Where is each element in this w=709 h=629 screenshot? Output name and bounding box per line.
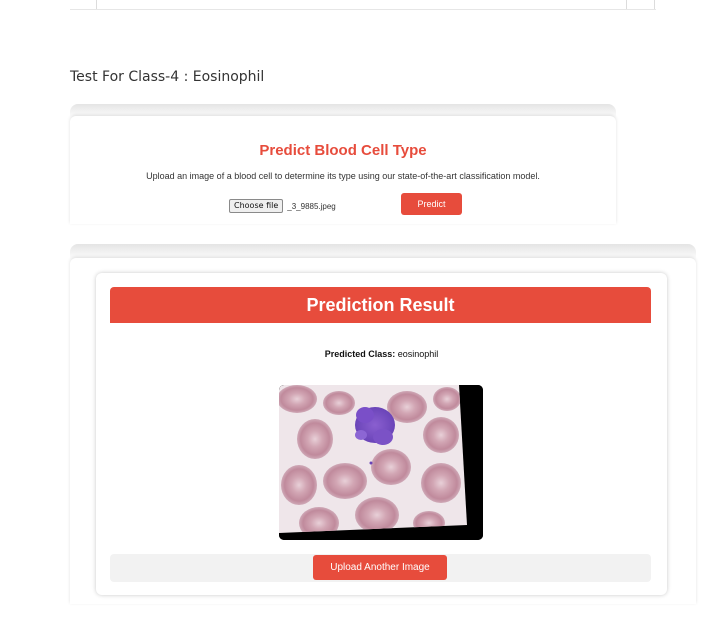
result-title: Prediction Result <box>110 287 651 323</box>
choose-file-button[interactable]: Choose file <box>229 199 284 213</box>
selected-file-name: _3_9885.jpeg <box>287 201 336 211</box>
upload-card: Predict Blood Cell Type Upload an image … <box>70 116 616 224</box>
divider <box>654 0 655 9</box>
upload-title: Predict Blood Cell Type <box>259 142 427 159</box>
predicted-class-value: eosinophil <box>397 349 439 359</box>
predicted-class-label: Predicted Class: <box>324 349 396 359</box>
upload-description: Upload an image of a blood cell to deter… <box>146 171 540 181</box>
result-container: Prediction Result Predicted Class: eosin… <box>70 258 696 604</box>
file-input[interactable]: Choose file _3_9885.jpeg <box>229 196 336 216</box>
divider <box>626 0 627 9</box>
predict-button[interactable]: Predict <box>401 193 462 215</box>
upload-panel: Predict Blood Cell Type Upload an image … <box>70 104 616 224</box>
eosinophil-cell <box>355 407 395 445</box>
previous-card-remnant <box>70 0 656 10</box>
predicted-class: Predicted Class: eosinophil <box>96 349 667 359</box>
result-card: Prediction Result Predicted Class: eosin… <box>96 273 667 595</box>
blood-cell-image <box>279 385 483 540</box>
blood-cell-picture <box>279 385 483 540</box>
result-actions-bar: Upload Another Image <box>110 554 651 582</box>
section-heading: Test For Class-4 : Eosinophil <box>70 69 265 85</box>
divider <box>96 0 97 9</box>
upload-another-image-button[interactable]: Upload Another Image <box>313 555 447 580</box>
result-panel: Prediction Result Predicted Class: eosin… <box>70 244 696 604</box>
